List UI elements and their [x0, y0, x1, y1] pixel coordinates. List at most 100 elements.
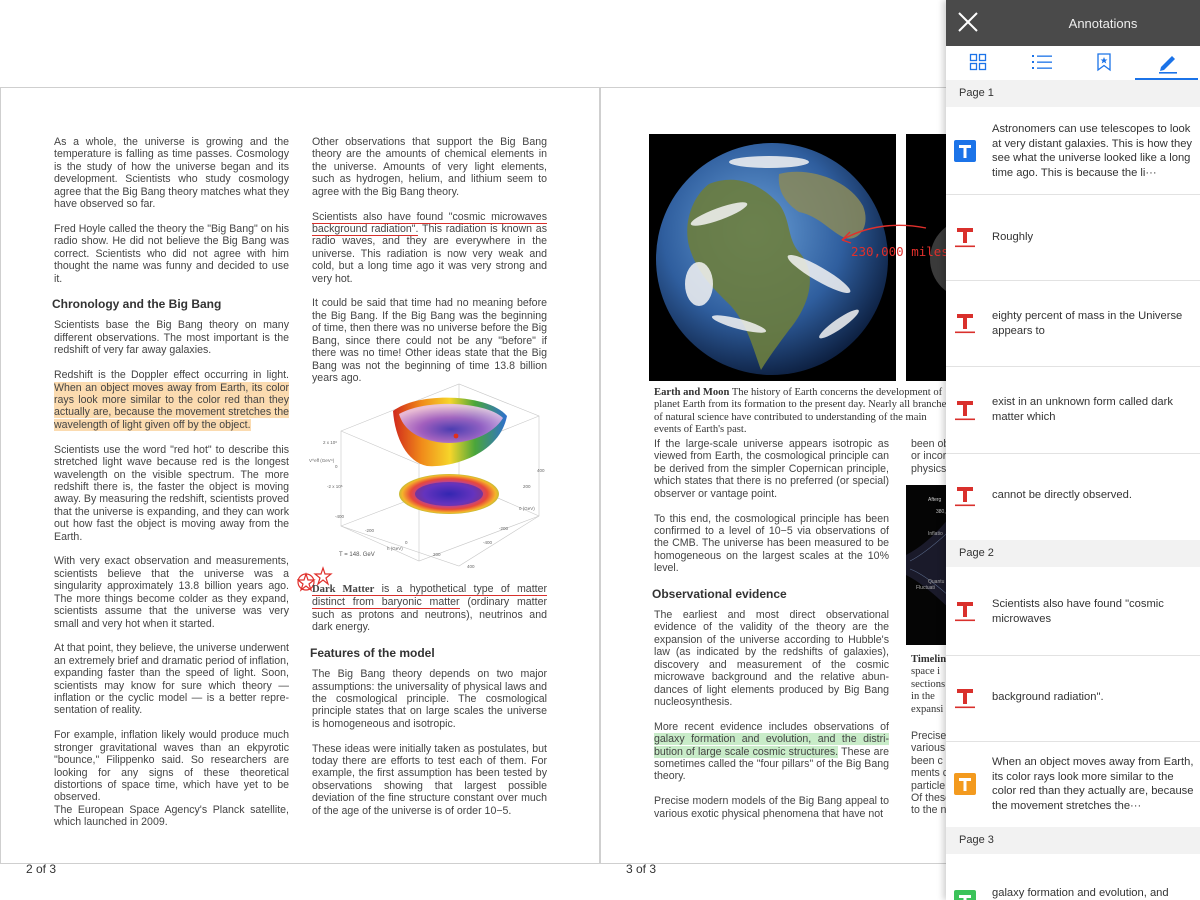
annotation-text: cannot be directly observed. [992, 489, 1132, 501]
orange-highlight[interactable]: When an object moves away from Earth, it… [54, 381, 289, 431]
paragraph: These ideas were initially taken as post… [312, 742, 547, 817]
thumbnails-icon [969, 53, 987, 71]
annotation-item[interactable]: exist in an unknown form called dark mat… [946, 366, 1200, 454]
annotation-item[interactable]: Scientists also have found "cosmic micro… [946, 567, 1200, 656]
clipped-line: various [911, 742, 946, 755]
annotation-text: When an object moves away from Earth, it… [992, 756, 1194, 812]
clipped-line: or incor [911, 450, 946, 463]
text-note-icon [954, 140, 976, 162]
close-icon[interactable] [952, 6, 984, 38]
underline-text-icon [955, 689, 975, 709]
plot-x-tick: 400 [467, 564, 475, 569]
paragraph: Other observations that support the Big … [312, 136, 547, 198]
tab-thumbnails[interactable] [946, 46, 1009, 80]
clipped-line: been ob [911, 438, 946, 450]
dark-matter-term[interactable]: Dark Matter [312, 584, 375, 596]
plot-x-tick: 200 [433, 552, 441, 557]
clipped-line: in the [911, 691, 935, 703]
paragraph: With very exact observation and measurem… [54, 555, 289, 630]
paragraph: It could be said that time had no meanin… [312, 297, 547, 384]
highlight-text-icon [954, 890, 976, 900]
paragraph: As a whole, the universe is growing and … [54, 136, 289, 211]
underline-text-icon [955, 401, 975, 421]
page-3: 230,000 miles Earth and Moon The history… [600, 87, 946, 864]
underline-text-icon [955, 314, 975, 334]
paragraph: Fred Hoyle called the theory the "Big Ba… [54, 222, 289, 285]
close-button[interactable] [952, 6, 984, 38]
page-2-number: 2 of 3 [26, 862, 57, 876]
annotation-item[interactable]: background radiation". [946, 655, 1200, 742]
plot-y-tick: 400 [537, 468, 545, 473]
page3-right-column-top: been ob or incor physics. [911, 438, 946, 475]
paragraph: To this end, the cosmological principle … [654, 512, 889, 575]
annotation-item[interactable]: When an object moves away from Earth, it… [946, 741, 1200, 827]
dark-matter-paragraph: Dark Matter is a hypothetical type of ma… [312, 583, 547, 634]
annotation-text: background radiation". [992, 691, 1104, 703]
plot-y-tick: -200 [499, 526, 509, 531]
annotation-item[interactable]: galaxy formation and evolution, and [946, 854, 1200, 900]
clipped-line: Precise [911, 730, 946, 742]
underline-text-icon [955, 228, 975, 248]
tab-annotations[interactable] [1135, 46, 1198, 81]
clipped-line: expansi [911, 703, 944, 715]
clipped-line: to the n [911, 804, 946, 817]
photo-caption: Earth and Moon The history of Earth conc… [654, 387, 946, 437]
annotation-text: eighty percent of mass in the Universe a… [992, 310, 1183, 337]
paragraph: The Big Bang theory depends on two major… [312, 668, 547, 730]
timeline-label: Afterg [928, 497, 942, 503]
plot-y-tick: 200 [523, 484, 531, 489]
handwritten-distance-note[interactable]: 230,000 miles [851, 244, 946, 259]
section-label: Page 1 [959, 87, 994, 99]
section-page-2: Page 2 [946, 540, 1200, 567]
section-page-3: Page 3 [946, 827, 1200, 854]
annotation-item[interactable]: Roughly [946, 194, 1200, 281]
highlight-text-icon [954, 773, 976, 795]
annotation-item[interactable]: Astronomers can use telescopes to look a… [946, 107, 1200, 195]
annotation-item[interactable]: cannot be directly observed. [946, 453, 1200, 540]
plot-y-tick: 0 (GeV) [519, 506, 535, 511]
paragraph: For example, inflation likely would prod… [54, 729, 289, 804]
section-page-1: Page 1 [946, 80, 1200, 107]
underline-text-icon [955, 602, 975, 622]
plot-temperature-label: T = 148. GeV [339, 552, 375, 558]
section-label: Page 2 [959, 547, 994, 559]
annotations-panel: Annotations Page 1 Astronomers can use t… [946, 0, 1200, 900]
tab-bookmarks[interactable] [1072, 46, 1135, 80]
clipped-line: Of these [911, 792, 946, 805]
page2-right-column: Other observations that support the Big … [312, 136, 547, 397]
plot-z-tick: 0 [335, 464, 338, 469]
tab-outline[interactable] [1009, 46, 1072, 80]
paragraph: The European Space Agency's Planck satel… [54, 803, 289, 829]
plot-x-tick: -400 [335, 514, 345, 519]
page2-right-column-lower: Dark Matter is a hypothetical type of ma… [310, 583, 547, 830]
pen-annotation-icon [1159, 56, 1177, 74]
page3-right-column-bottom: Precise various been c ments c particle … [911, 730, 946, 817]
outline-list-icon [1032, 55, 1052, 69]
cmb-paragraph: Scientists also have found "cosmic micro… [312, 210, 547, 285]
plot-x-tick: 0 [405, 540, 408, 545]
document-viewer[interactable]: As a whole, the universe is growing and … [0, 0, 946, 900]
heading-features: Features of the model [310, 646, 435, 661]
panel-header: Annotations [946, 0, 1200, 46]
underline-text-icon [955, 487, 975, 507]
paragraph: Scientists base the Big Bang theory on m… [54, 319, 289, 357]
timeline-graphic: Afterg 380, Inflatio Quantu Fluctuati [906, 497, 946, 606]
timeline-label: Inflatio [928, 531, 943, 537]
clipped-line: ments c [911, 767, 946, 780]
clipped-line: physics. [911, 462, 946, 475]
timeline-label: 380, [936, 509, 946, 515]
plot-z-tick: -2 x 10⁶ [327, 484, 343, 489]
page-2: As a whole, the universe is growing and … [0, 87, 600, 864]
page-3-number: 3 of 3 [626, 862, 657, 876]
caption-title: Earth and Moon [654, 387, 730, 398]
paragraph: The earliest and most direct observation… [654, 609, 889, 708]
page2-left-column: As a whole, the universe is growing and … [52, 136, 289, 841]
plot-z-tick: 2 x 10⁶ [323, 440, 337, 445]
clipped-line: Timelin [911, 654, 946, 665]
plot-z-label: V^eff (GeV⁴) [309, 458, 335, 463]
plot-x-label: h (GeV) [387, 546, 403, 551]
plot-x-tick: -200 [365, 528, 375, 533]
annotation-item[interactable]: eighty percent of mass in the Universe a… [946, 280, 1200, 367]
timeline-caption: Timelin space i sections in the expansi [911, 654, 946, 716]
clipped-line: particle [911, 779, 946, 792]
